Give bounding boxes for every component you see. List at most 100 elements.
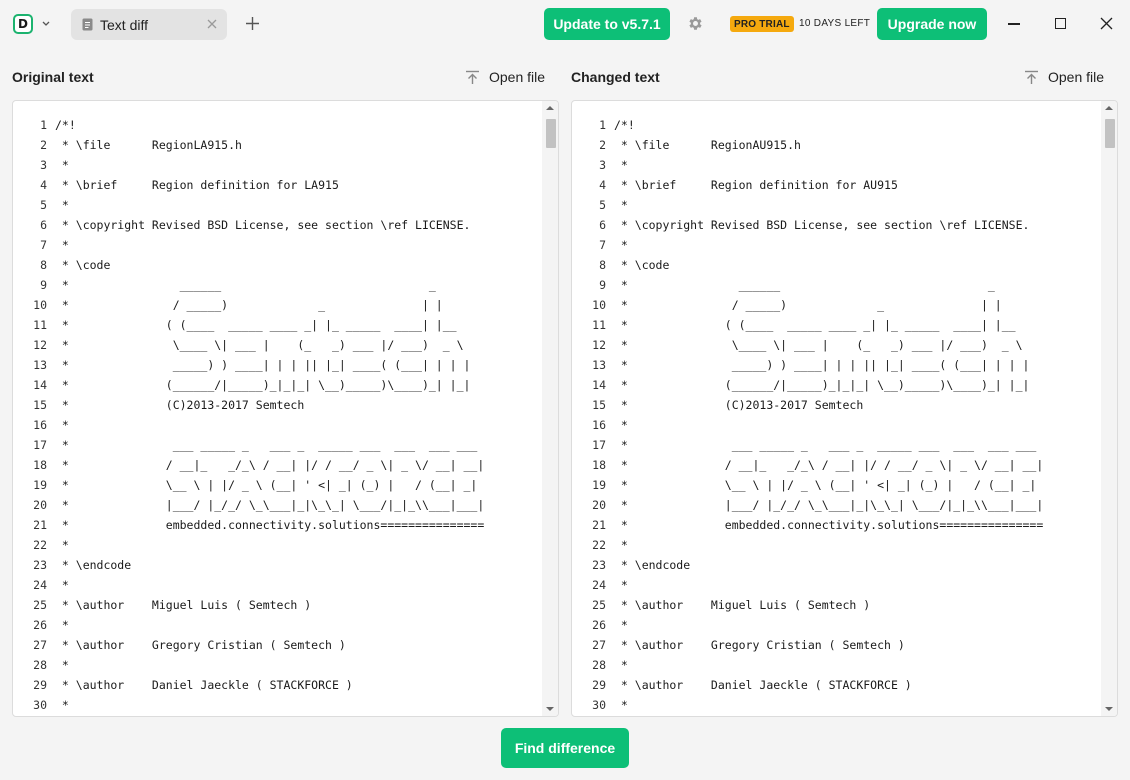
line-number: 4 xyxy=(599,178,606,192)
line-text: * \____ \| ___ | (_ _) ___ |/ ___) _ \ xyxy=(55,338,464,352)
line-text: * / _____) _ | | xyxy=(614,298,1002,312)
app-menu-button[interactable]: D xyxy=(13,13,50,35)
line-text: * embedded.connectivity.solutions=======… xyxy=(55,518,485,532)
line-number: 2 xyxy=(40,138,47,152)
scrollbar[interactable] xyxy=(542,101,558,716)
gear-icon[interactable] xyxy=(687,15,704,32)
line-text: * (C)2013-2017 Semtech xyxy=(55,398,305,412)
close-tab-icon[interactable] xyxy=(206,18,218,30)
code-line: 5 * xyxy=(13,195,543,215)
line-number: 15 xyxy=(33,398,47,412)
code-line: 16 * xyxy=(13,415,543,435)
line-number: 19 xyxy=(33,478,47,492)
code-line: 26 * xyxy=(572,615,1102,635)
line-number: 13 xyxy=(33,358,47,372)
code-line: 2 * \file RegionAU915.h xyxy=(572,135,1102,155)
code-line: 19 * \__ \ | |/ _ \ (__| ' <| _| (_) | /… xyxy=(572,475,1102,495)
line-number: 18 xyxy=(592,458,606,472)
line-text: * |___/ |_/_/ \_\___|_|\_\_| \___/|_|_\\… xyxy=(614,498,1044,512)
update-button[interactable]: Update to v5.7.1 xyxy=(544,8,670,40)
scroll-thumb[interactable] xyxy=(1105,119,1115,148)
line-number: 28 xyxy=(592,658,606,672)
line-text: * \author Miguel Luis ( Semtech ) xyxy=(614,598,871,612)
scroll-up-icon[interactable] xyxy=(1105,105,1113,111)
maximize-icon[interactable] xyxy=(1055,18,1066,29)
chevron-down-icon xyxy=(42,21,50,26)
line-number: 29 xyxy=(592,678,606,692)
code-line: 5 * xyxy=(572,195,1102,215)
open-file-left-button[interactable]: Open file xyxy=(465,67,545,87)
document-icon xyxy=(82,18,93,31)
line-text: * \author Daniel Jaeckle ( STACKFORCE ) xyxy=(614,678,912,692)
scroll-thumb[interactable] xyxy=(546,119,556,148)
line-text: * xyxy=(614,578,628,592)
line-number: 20 xyxy=(592,498,606,512)
line-text: * ___ _____ _ ___ _ _____ ___ ___ ___ __… xyxy=(55,438,478,452)
line-number: 24 xyxy=(33,578,47,592)
code-line: 28 * xyxy=(572,655,1102,675)
line-text: * (______/|_____)_|_|_| \__)_____)\____)… xyxy=(55,378,471,392)
code-line: 23 * \endcode xyxy=(13,555,543,575)
line-text: * \code xyxy=(55,258,111,272)
find-difference-button[interactable]: Find difference xyxy=(501,728,629,768)
scroll-down-icon[interactable] xyxy=(1105,706,1113,712)
title-bar: D Text diff Update to v5.7.1 PRO TRIAL 1… xyxy=(0,0,1130,48)
scrollbar[interactable] xyxy=(1101,101,1117,716)
line-text: * xyxy=(55,658,69,672)
new-tab-plus-icon[interactable] xyxy=(245,16,260,31)
line-number: 3 xyxy=(599,158,606,172)
code-area[interactable]: 1/*! 2 * \file RegionAU915.h 3 * 4 * \brief… xyxy=(572,115,1102,715)
code-line: 16 * xyxy=(572,415,1102,435)
pro-trial-badge: PRO TRIAL xyxy=(730,16,794,32)
line-text: * \____ \| ___ | (_ _) ___ |/ ___) _ \ xyxy=(614,338,1023,352)
line-number: 17 xyxy=(33,438,47,452)
line-text: * xyxy=(614,418,628,432)
line-text: * \file RegionAU915.h xyxy=(614,138,801,152)
line-number: 23 xyxy=(33,558,47,572)
code-line: 8 * \code xyxy=(572,255,1102,275)
code-line: 13 * _____) ) ____| | | || |_| ____( (__… xyxy=(13,355,543,375)
open-file-right-button[interactable]: Open file xyxy=(1024,67,1104,87)
line-text: * (______/|_____)_|_|_| \__)_____)\____)… xyxy=(614,378,1030,392)
code-line: 29 * \author Daniel Jaeckle ( STACKFORCE… xyxy=(13,675,543,695)
line-number: 11 xyxy=(33,318,47,332)
line-text: * \code xyxy=(614,258,670,272)
code-line: 9 * ______ _ xyxy=(13,275,543,295)
minimize-icon[interactable] xyxy=(1008,23,1020,25)
line-text: * \author Miguel Luis ( Semtech ) xyxy=(55,598,312,612)
scroll-up-icon[interactable] xyxy=(546,105,554,111)
code-line: 17 * ___ _____ _ ___ _ _____ ___ ___ ___… xyxy=(13,435,543,455)
original-text-editor[interactable]: 1/*! 2 * \file RegionLA915.h 3 * 4 * \brief… xyxy=(12,100,559,717)
close-window-icon[interactable] xyxy=(1100,17,1113,30)
line-text: * xyxy=(614,538,628,552)
line-number: 30 xyxy=(592,698,606,712)
line-number: 26 xyxy=(592,618,606,632)
changed-text-editor[interactable]: 1/*! 2 * \file RegionAU915.h 3 * 4 * \brief… xyxy=(571,100,1118,717)
code-line: 7 * xyxy=(13,235,543,255)
line-text: * \copyright Revised BSD License, see se… xyxy=(614,218,1030,232)
line-number: 10 xyxy=(33,298,47,312)
code-line: 25 * \author Miguel Luis ( Semtech ) xyxy=(572,595,1102,615)
code-line: 10 * / _____) _ | | xyxy=(572,295,1102,315)
line-text: * \endcode xyxy=(614,558,691,572)
line-number: 25 xyxy=(592,598,606,612)
upgrade-button[interactable]: Upgrade now xyxy=(877,8,987,40)
code-line: 22 * xyxy=(13,535,543,555)
line-number: 4 xyxy=(40,178,47,192)
line-text: * xyxy=(55,698,69,712)
line-number: 7 xyxy=(40,238,47,252)
code-line: 8 * \code xyxy=(13,255,543,275)
tab-text-diff[interactable]: Text diff xyxy=(71,9,227,40)
code-area[interactable]: 1/*! 2 * \file RegionLA915.h 3 * 4 * \brief… xyxy=(13,115,543,715)
open-file-label: Open file xyxy=(1048,69,1105,85)
line-text: * \brief Region definition for AU915 xyxy=(614,178,898,192)
line-number: 23 xyxy=(592,558,606,572)
scroll-down-icon[interactable] xyxy=(546,706,554,712)
line-text: * ( (____ _____ ____ _| |_ _____ ____| |… xyxy=(614,318,1016,332)
line-text: * ( (____ _____ ____ _| |_ _____ ____| |… xyxy=(55,318,457,332)
code-line: 11 * ( (____ _____ ____ _| |_ _____ ____… xyxy=(13,315,543,335)
code-line: 24 * xyxy=(572,575,1102,595)
code-line: 20 * |___/ |_/_/ \_\___|_|\_\_| \___/|_|… xyxy=(572,495,1102,515)
line-number: 12 xyxy=(592,338,606,352)
code-line: 14 * (______/|_____)_|_|_| \__)_____)\__… xyxy=(572,375,1102,395)
